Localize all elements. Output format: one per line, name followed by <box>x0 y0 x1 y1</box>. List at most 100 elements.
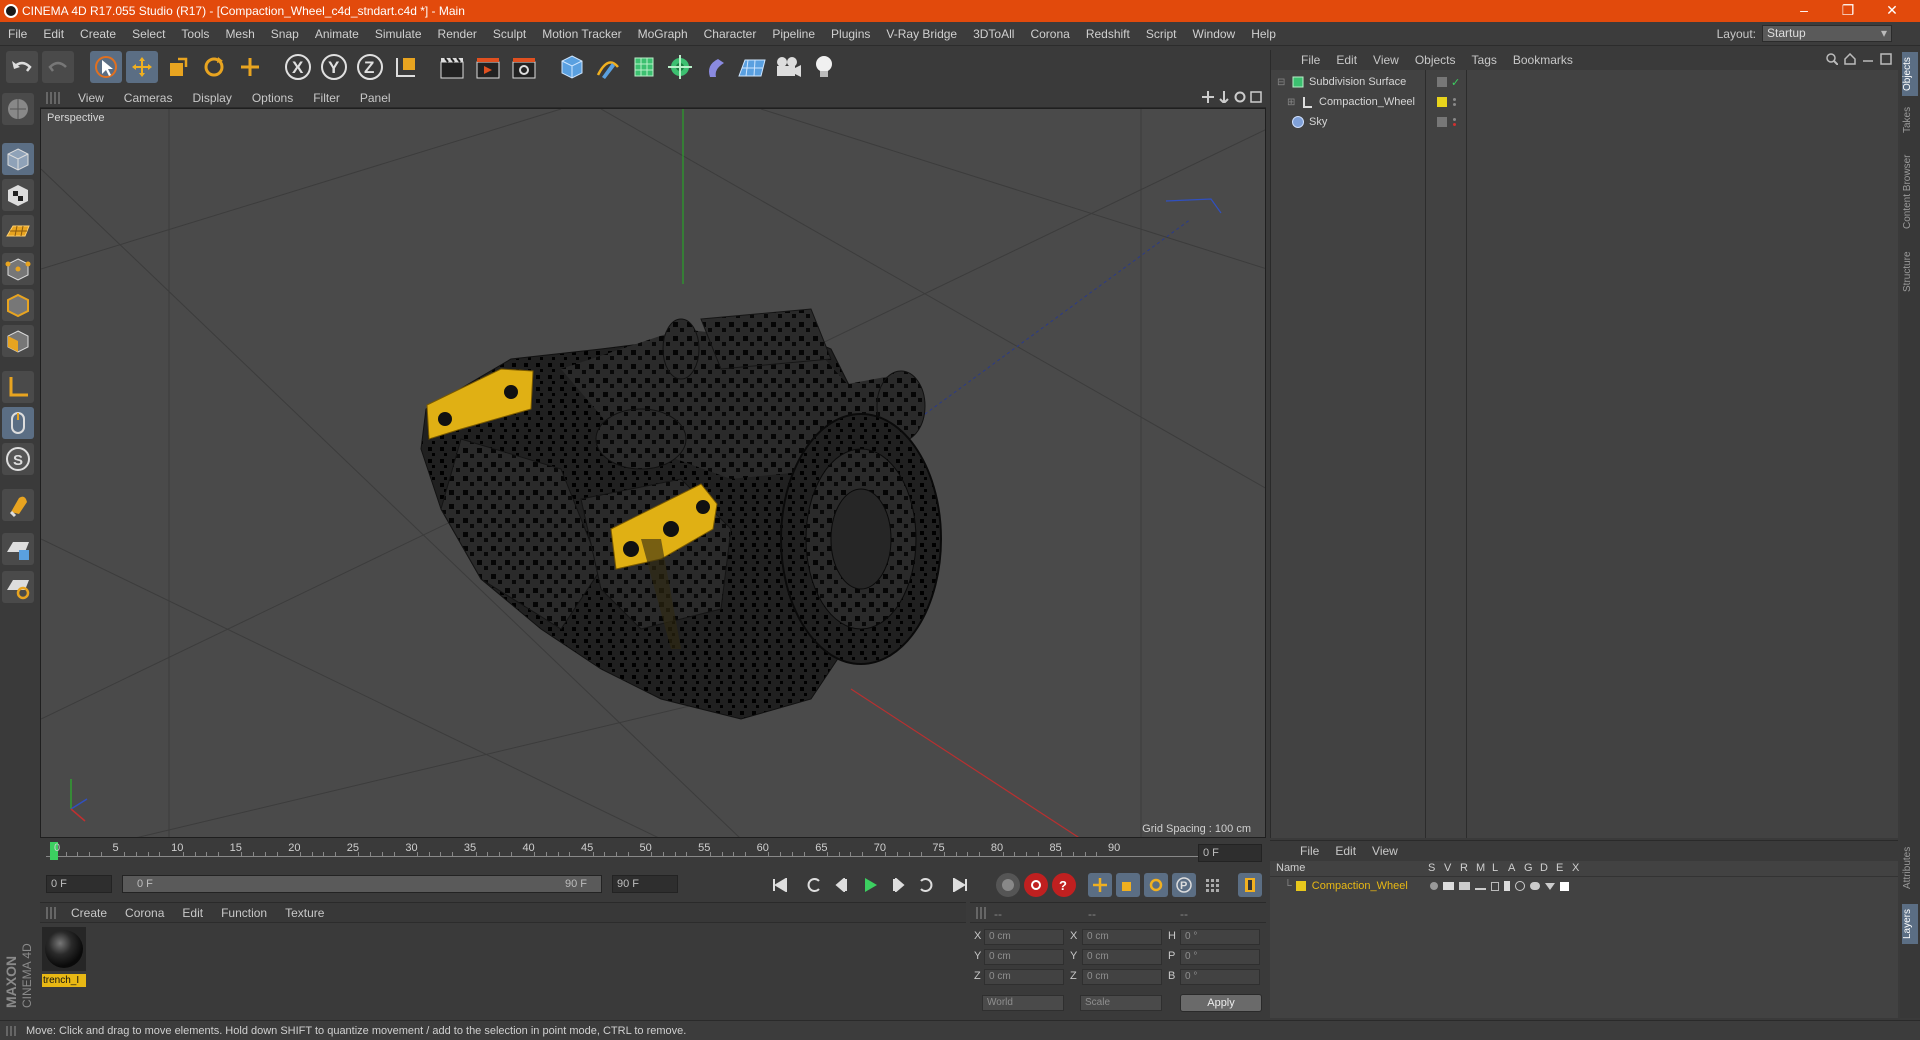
layer-swatch[interactable] <box>1437 97 1447 107</box>
workplane-rotate-button[interactable] <box>2 571 34 603</box>
floor-button[interactable] <box>736 51 768 83</box>
enabled-check-icon[interactable]: ✓ <box>1451 76 1460 89</box>
search-icon[interactable] <box>1826 53 1838 65</box>
close-button[interactable]: ✕ <box>1870 0 1914 22</box>
column-render[interactable]: R <box>1460 862 1468 874</box>
new-window-icon[interactable] <box>1880 53 1892 65</box>
key-scale-toggle[interactable] <box>1116 873 1140 897</box>
autokey-button[interactable] <box>1024 873 1048 897</box>
start-frame-field[interactable]: 0 F <box>46 875 112 893</box>
y-axis-lock[interactable]: Y <box>318 51 350 83</box>
column-expressions[interactable]: E <box>1556 862 1563 874</box>
apply-button[interactable]: Apply <box>1180 994 1262 1012</box>
object-menu-tags[interactable]: Tags <box>1464 53 1505 67</box>
previous-frame-button[interactable] <box>830 873 854 897</box>
go-to-end-button[interactable] <box>948 873 972 897</box>
home-icon[interactable] <box>1844 53 1856 65</box>
axis-mode-button[interactable] <box>2 371 34 403</box>
render-view-button[interactable] <box>436 51 468 83</box>
column-deformers[interactable]: D <box>1540 862 1548 874</box>
tab-structure[interactable]: Structure <box>1902 246 1918 298</box>
layer-menu-file[interactable]: File <box>1292 844 1327 858</box>
timeline-ruler[interactable]: 0 5 10 15 20 25 30 35 40 45 50 55 60 65 70 75 80 85 90 0 F <box>40 840 1266 866</box>
layer-color-swatch[interactable] <box>1295 881 1306 891</box>
menu-sculpt[interactable]: Sculpt <box>485 27 534 41</box>
object-name[interactable]: Subdivision Surface <box>1309 76 1437 88</box>
menu-3dtoall[interactable]: 3DToAll <box>965 27 1022 41</box>
menu-edit[interactable]: Edit <box>35 27 72 41</box>
end-frame-field[interactable]: 90 F <box>612 875 678 893</box>
material-swatch[interactable]: trench_I <box>42 927 86 987</box>
lock-icon[interactable] <box>1490 881 1499 891</box>
render-picture-viewer-button[interactable] <box>472 51 504 83</box>
expand-toggle-icon[interactable]: ⊟ <box>1277 77 1287 88</box>
visibility-dots[interactable] <box>1453 118 1456 126</box>
rot-h-field[interactable]: 0 ° <box>1180 929 1260 945</box>
subdivision-surface-button[interactable] <box>628 51 660 83</box>
size-y-field[interactable]: 0 cm <box>1082 949 1162 965</box>
orbit-icon[interactable] <box>1234 91 1246 103</box>
object-menu-edit[interactable]: Edit <box>1328 53 1365 67</box>
snap-button[interactable] <box>2 489 34 521</box>
keyframe-selection-button[interactable]: ? <box>1052 873 1076 897</box>
column-manager[interactable]: M <box>1476 862 1485 874</box>
menu-redshift[interactable]: Redshift <box>1078 27 1138 41</box>
size-z-field[interactable]: 0 cm <box>1082 969 1162 985</box>
viewport-menu-view[interactable]: View <box>68 91 114 105</box>
tab-takes[interactable]: Takes <box>1902 104 1918 136</box>
column-generators[interactable]: G <box>1524 862 1533 874</box>
x-axis-lock[interactable]: X <box>282 51 314 83</box>
go-to-start-button[interactable] <box>768 873 792 897</box>
menu-create[interactable]: Create <box>72 27 124 41</box>
rot-p-field[interactable]: 0 ° <box>1180 949 1260 965</box>
points-mode-button[interactable] <box>2 253 34 285</box>
recent-tool[interactable] <box>234 51 266 83</box>
object-menu-file[interactable]: File <box>1293 53 1328 67</box>
perspective-viewport[interactable]: Perspective Grid Spacing : 100 cm <box>40 108 1266 838</box>
menu-mograph[interactable]: MoGraph <box>630 27 696 41</box>
coordinate-space-dropdown[interactable]: World <box>982 995 1064 1011</box>
object-name[interactable]: Sky <box>1309 116 1437 128</box>
layer-menu-edit[interactable]: Edit <box>1327 844 1364 858</box>
menu-window[interactable]: Window <box>1185 27 1244 41</box>
make-editable-button[interactable] <box>2 93 34 125</box>
pos-y-field[interactable]: 0 cm <box>984 949 1064 965</box>
record-keys-button[interactable] <box>996 873 1020 897</box>
menu-mesh[interactable]: Mesh <box>217 27 262 41</box>
polygons-mode-button[interactable] <box>2 325 34 357</box>
material-name-label[interactable]: trench_I <box>42 974 86 987</box>
object-menu-bookmarks[interactable]: Bookmarks <box>1505 53 1581 67</box>
undo-button[interactable] <box>6 51 38 83</box>
column-locked[interactable]: L <box>1492 862 1498 874</box>
expand-toggle-icon[interactable]: ⊞ <box>1287 97 1297 108</box>
next-frame-button[interactable] <box>886 873 910 897</box>
key-parameter-toggle[interactable]: P <box>1172 873 1196 897</box>
rotate-tool[interactable] <box>198 51 230 83</box>
edges-mode-button[interactable] <box>2 289 34 321</box>
viewport-menu-filter[interactable]: Filter <box>303 91 350 105</box>
menu-simulate[interactable]: Simulate <box>367 27 430 41</box>
layer-row-compaction-wheel[interactable]: └ Compaction_Wheel <box>1270 877 1898 895</box>
menu-character[interactable]: Character <box>696 27 765 41</box>
view-eye-icon[interactable] <box>1442 882 1454 890</box>
size-x-field[interactable]: 0 cm <box>1082 929 1162 945</box>
next-key-button[interactable] <box>914 873 938 897</box>
menu-script[interactable]: Script <box>1138 27 1185 41</box>
object-row-subdivision-surface[interactable]: ⊟ Subdivision Surface ✓ <box>1273 72 1897 92</box>
column-name[interactable]: Name <box>1276 862 1305 874</box>
menu-snap[interactable]: Snap <box>263 27 307 41</box>
workplane-mode-button[interactable] <box>2 215 34 247</box>
viewport-menu-options[interactable]: Options <box>242 91 303 105</box>
material-menu-create[interactable]: Create <box>62 906 116 920</box>
key-rotation-toggle[interactable] <box>1144 873 1168 897</box>
live-selection-tool[interactable] <box>90 51 122 83</box>
tab-content-browser[interactable]: Content Browser <box>1902 146 1918 238</box>
pos-z-field[interactable]: 0 cm <box>984 969 1064 985</box>
viewport-camera-label[interactable]: Perspective <box>47 112 104 124</box>
light-button[interactable] <box>808 51 840 83</box>
tab-layers[interactable]: Layers <box>1902 904 1918 944</box>
column-view[interactable]: V <box>1444 862 1451 874</box>
maximize-view-icon[interactable] <box>1250 91 1262 103</box>
collapse-icon[interactable] <box>1862 53 1874 65</box>
minimize-button[interactable]: – <box>1782 0 1826 22</box>
